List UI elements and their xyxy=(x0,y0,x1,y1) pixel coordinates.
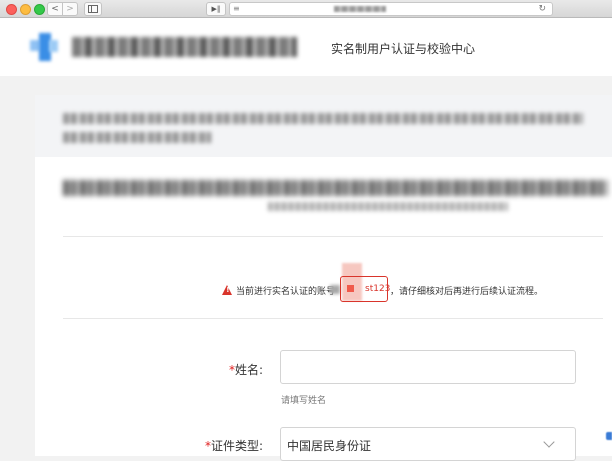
warning-prefix: 当前进行实名认证的账号 xyxy=(236,287,336,297)
reload-icon[interactable]: ↻ xyxy=(538,3,546,15)
floating-widget-edge[interactable] xyxy=(606,432,612,440)
notice-banner xyxy=(35,95,612,157)
name-hint: 请填写姓名 xyxy=(281,396,327,406)
media-button[interactable]: ▶‖ xyxy=(206,2,226,16)
site-logo-icon xyxy=(30,33,58,61)
reader-menu-icon[interactable]: ≡ xyxy=(233,3,240,15)
id-type-label: *证件类型: xyxy=(204,439,263,453)
divider xyxy=(63,236,603,237)
account-name: st123 xyxy=(365,284,391,294)
id-type-value: 中国居民身份证 xyxy=(287,439,372,453)
name-input[interactable] xyxy=(280,350,576,384)
minimize-window-button[interactable] xyxy=(20,4,31,15)
forward-button[interactable]: > xyxy=(62,2,78,16)
redacted-instructions-tail xyxy=(268,202,508,211)
site-header: 实名制用户认证与校验中心 xyxy=(0,18,612,76)
divider xyxy=(63,318,603,319)
browser-toolbar: < > ▶‖ ≡ ↻ xyxy=(0,0,612,18)
redacted-notice-line xyxy=(63,132,211,143)
redacted-instructions xyxy=(63,180,608,196)
zoom-window-button[interactable] xyxy=(34,4,45,15)
name-label: *姓名: xyxy=(228,363,263,377)
redacted-url xyxy=(334,6,386,12)
sidebar-icon xyxy=(88,5,98,13)
chevron-down-icon xyxy=(543,436,555,448)
warning-suffix: ，请仔细核对后再进行后续认证流程。 xyxy=(390,287,544,297)
verification-card: ! 当前进行实名认证的账号 st123 ，请仔细核对后再进行后续认证流程。 *姓… xyxy=(35,95,612,461)
redacted-notice-line xyxy=(63,113,583,124)
redacted-account xyxy=(330,285,340,294)
back-button[interactable]: < xyxy=(47,2,63,16)
redacted-site-name xyxy=(72,37,297,57)
header-subtitle: 实名制用户认证与校验中心 xyxy=(331,42,476,56)
address-bar[interactable]: ≡ ↻ xyxy=(229,2,553,16)
close-window-button[interactable] xyxy=(6,4,17,15)
sidebar-toggle-button[interactable] xyxy=(84,2,102,16)
warning-icon-mark: ! xyxy=(226,286,230,294)
